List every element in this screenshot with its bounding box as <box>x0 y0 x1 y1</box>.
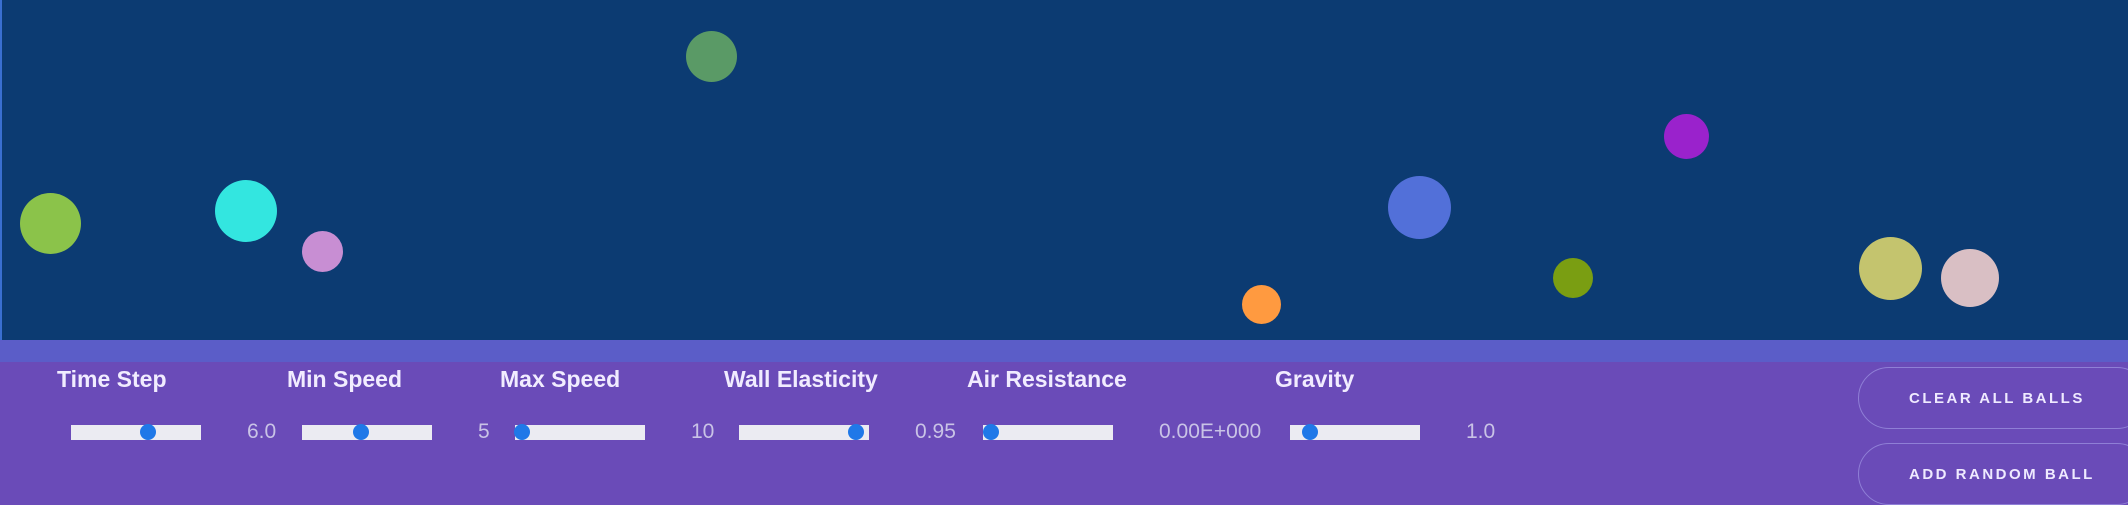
air-resistance-value: 0.00E+000 <box>1159 420 1262 443</box>
ball <box>20 193 81 254</box>
ball <box>215 180 277 242</box>
slider-thumb[interactable] <box>352 424 369 440</box>
ball <box>686 31 737 82</box>
ball <box>1242 285 1281 324</box>
gravity-label: Gravity <box>1275 366 1355 392</box>
slider-thumb[interactable] <box>1301 424 1318 440</box>
max-speed-label: Max Speed <box>500 366 621 392</box>
slider-thumb[interactable] <box>513 424 530 440</box>
wall-elasticity-value: 0.95 <box>915 420 956 443</box>
ball <box>1859 237 1922 300</box>
slider-thumb[interactable] <box>139 424 156 440</box>
ball <box>1388 176 1451 239</box>
air-resistance-slider[interactable] <box>982 424 1113 440</box>
min-speed-value: 5 <box>478 420 490 443</box>
min-speed-slider[interactable] <box>302 424 432 440</box>
gravity-value: 1.0 <box>1466 420 1496 443</box>
gravity-slider[interactable] <box>1290 424 1420 440</box>
wall-elasticity-label: Wall Elasticity <box>724 366 878 392</box>
ball <box>302 231 343 272</box>
ball <box>1553 258 1593 298</box>
max-speed-value: 10 <box>691 420 715 443</box>
ball <box>1664 114 1709 159</box>
clear-all-balls-button[interactable]: CLEAR ALL BALLS <box>1858 367 2128 429</box>
slider-thumb[interactable] <box>848 424 864 440</box>
wall-elasticity-slider[interactable] <box>739 424 869 440</box>
time-step-slider[interactable] <box>71 424 201 440</box>
simulation-canvas[interactable] <box>0 0 2128 340</box>
time-step-value: 6.0 <box>247 420 277 443</box>
min-speed-label: Min Speed <box>287 366 403 392</box>
canvas-bottom-border <box>0 340 2128 362</box>
time-step-label: Time Step <box>57 366 167 392</box>
add-random-ball-button[interactable]: ADD RANDOM BALL <box>1858 443 2128 505</box>
slider-thumb[interactable] <box>982 424 999 440</box>
air-resistance-label: Air Resistance <box>967 366 1127 392</box>
ball <box>1941 249 1999 307</box>
max-speed-slider[interactable] <box>513 424 645 440</box>
